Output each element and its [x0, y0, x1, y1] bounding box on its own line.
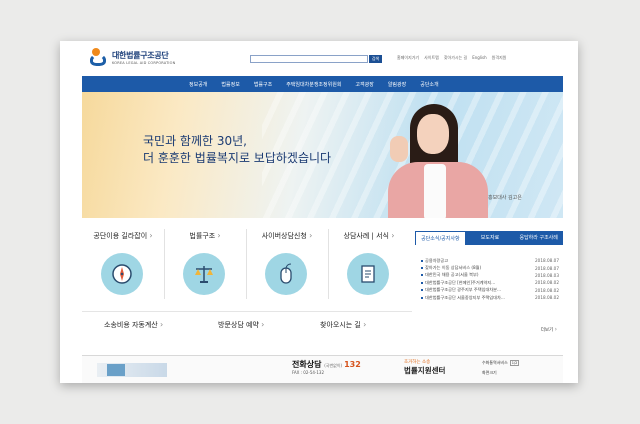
search-button[interactable]: 검색 — [369, 55, 382, 63]
nav-item-customer[interactable]: 고객광장 — [348, 81, 380, 88]
phone-consult: 전화상담 (국번없이) 132 FAX : 02-54-132 — [292, 360, 361, 375]
news-tabs: 공단소식/공지사항 보도자료 응답하라 구조사례 — [415, 231, 564, 245]
nav-item-legal-info[interactable]: 법률정보 — [214, 81, 246, 88]
chevron-right-icon: › — [391, 231, 395, 240]
footer-bar: 전화상담 (국번없이) 132 FAX : 02-54-132 초거하는 소송 법… — [82, 355, 563, 383]
logo-subtitle: KOREA LEGAL AID CORPORATION — [112, 60, 176, 65]
nav-item-legal-aid[interactable]: 법률구조 — [247, 81, 279, 88]
site-logo[interactable]: 대한법률구조공단 KOREA LEGAL AID CORPORATION — [90, 48, 175, 66]
quick-row-secondary: 소송비용 자동계산 › 방문상담 예약 › 찾아오시는 길 › — [82, 311, 412, 337]
news-panel: 공단소식/공지사항 보도자료 응답하라 구조사례 공용차량공고 2018.08.0… — [415, 231, 564, 341]
footer-banner[interactable] — [97, 363, 167, 377]
logo-mark-icon — [90, 48, 108, 66]
search-input[interactable] — [251, 66, 367, 73]
quick-link-directions[interactable]: 찾아오시는 길 › — [320, 320, 366, 330]
list-item[interactable]: 대한법률구조공단 광주지부 주택임대차분... 2018.08.02 — [421, 287, 563, 294]
browser-page: 대한법률구조공단 KOREA LEGAL AID CORPORATION 검색 … — [60, 41, 578, 383]
nav-item-notice[interactable]: 알림광장 — [381, 81, 413, 88]
toplink-home[interactable]: 홈페이지가기 — [397, 55, 419, 61]
chevron-right-icon: › — [261, 320, 265, 329]
chevron-right-icon: › — [217, 231, 221, 240]
search-input-box[interactable] — [250, 55, 368, 73]
compass-icon — [111, 263, 133, 285]
quick-item-cyber-consult[interactable]: 사이버상담신청 › — [246, 225, 328, 301]
footer-tools: 수화통역서비스 1/2 화면크기 — [482, 360, 520, 375]
nav-item-about[interactable]: 공단소개 — [413, 81, 445, 88]
banner-headline-1: 국민과 함께한 30년, — [143, 134, 247, 148]
document-icon — [357, 263, 379, 285]
mouse-icon — [275, 263, 297, 285]
list-item[interactable]: 대한법률구조공단 [현메인]주거계약지... 2018.08.02 — [421, 279, 563, 286]
chevron-right-icon: › — [309, 231, 313, 240]
chevron-right-icon: › — [363, 320, 367, 329]
quick-item-cases[interactable]: 상담사례 | 서식 › — [328, 225, 410, 301]
tab-press[interactable]: 보도자료 — [465, 231, 515, 245]
logo-title: 대한법률구조공단 — [112, 50, 169, 60]
toplink-directions[interactable]: 찾아가시는 길 — [444, 55, 467, 61]
news-list: 공용차량공고 2018.08.07 찾아가는 이동 상담서비스 (8월) 2018.… — [415, 257, 563, 301]
toplink-remote[interactable]: 원격지원 — [492, 55, 507, 61]
quick-menu: 공단이용 길라잡이 › 법률구조 › 사이버상담신청 › 상담사례 | 서식 › — [82, 225, 412, 345]
tab-cases[interactable]: 응답하라 구조사례 — [514, 231, 564, 245]
chevron-right-icon: › — [159, 320, 164, 329]
scales-icon — [193, 263, 215, 285]
toplink-sitemap[interactable]: 사이트맵 — [424, 55, 439, 61]
top-links: 홈페이지가기 사이트맵 찾아가시는 길 English 원격지원 — [397, 55, 506, 61]
quick-link-visit-booking[interactable]: 방문상담 예약 › — [218, 320, 264, 330]
quick-link-cost-calc[interactable]: 소송비용 자동계산 › — [104, 320, 163, 330]
list-item[interactable]: 공용차량공고 2018.08.07 — [421, 257, 563, 264]
nav-item-housing[interactable]: 주택임대차분쟁조정위원회 — [279, 81, 348, 88]
banner-headline-2: 더 훈훈한 법률복지로 보답하겠습니다 — [143, 151, 332, 165]
list-item[interactable]: 찾아가는 이동 상담서비스 (8월) 2018.08.07 — [421, 264, 563, 271]
list-item[interactable]: 대한민국 채용 공고(서울 북부) 2018.08.03 — [421, 272, 563, 279]
chevron-right-icon: › — [149, 231, 153, 240]
quick-item-legal-aid[interactable]: 법률구조 › — [164, 225, 246, 301]
legal-support-center[interactable]: 초거하는 소송 법률지원센터 — [404, 359, 474, 376]
chevron-right-icon: › — [554, 326, 557, 333]
nav-item-info[interactable]: 정보공개 — [182, 81, 214, 88]
quick-item-guide[interactable]: 공단이용 길라잡이 › — [82, 225, 164, 301]
main-nav: 정보공개 법률정보 법률구조 주택임대차분쟁조정위원회 고객광장 알림광장 공단… — [82, 76, 563, 92]
toplink-english[interactable]: English — [472, 55, 486, 61]
list-item[interactable]: 대한법률구조공단 서울중앙지부 주택임대차... 2018.08.02 — [421, 294, 563, 301]
hero-banner[interactable]: 국민과 함께한 30년, 더 훈훈한 법률복지로 보답하겠습니다 홍보대사 김고… — [82, 92, 563, 218]
banner-caption: 홍보대사 김고은 — [488, 195, 522, 201]
ambassador-photo — [382, 104, 488, 218]
more-link[interactable]: 더보기 › — [541, 326, 557, 333]
tab-notices[interactable]: 공단소식/공지사항 — [415, 231, 466, 245]
